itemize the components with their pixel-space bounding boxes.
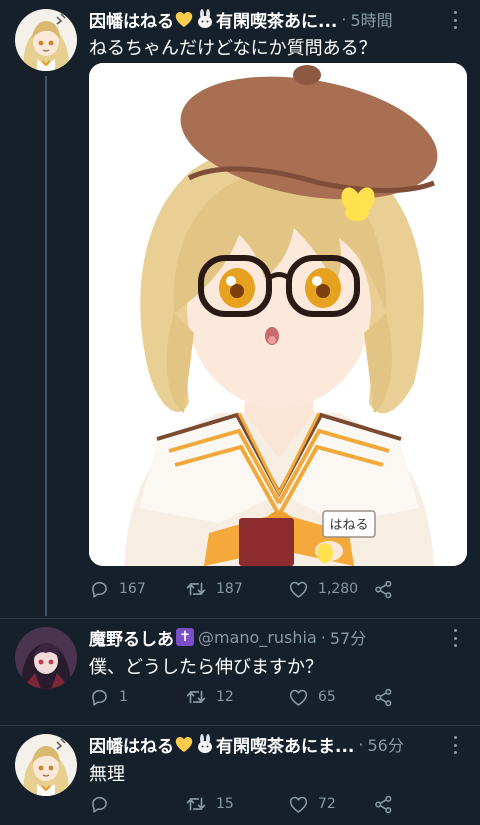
more-icon[interactable] xyxy=(448,629,462,647)
avatar[interactable] xyxy=(15,627,77,689)
reply-icon xyxy=(89,687,110,708)
retweet-count: 187 xyxy=(216,581,243,597)
avatar[interactable] xyxy=(15,734,77,796)
retweet-icon xyxy=(185,686,207,708)
retweet-button[interactable]: 12 xyxy=(185,686,288,708)
share-button[interactable] xyxy=(373,687,413,708)
tweet-header: 因幡はねる 有閑喫茶あにま... · 56分 xyxy=(89,732,450,756)
like-button[interactable]: 65 xyxy=(288,687,373,708)
like-button[interactable]: 1,280 xyxy=(288,579,373,600)
tweet-actions: 1 12 65 xyxy=(89,685,419,709)
reply-icon xyxy=(89,794,110,815)
share-icon xyxy=(373,579,394,600)
share-button[interactable] xyxy=(373,579,413,600)
like-count: 65 xyxy=(318,689,336,705)
separator-dot: · xyxy=(320,627,326,647)
more-icon[interactable] xyxy=(448,736,462,754)
reply-icon xyxy=(89,579,110,600)
reply-button[interactable]: 167 xyxy=(89,579,185,600)
tweet-1[interactable]: 因幡はねる 有閑喫茶あに... · 5時間 ねるちゃんだけどなにか質問ある？ は… xyxy=(0,0,480,618)
rabbit-icon xyxy=(198,734,212,753)
tweet-2[interactable]: 魔野るしあ ✝ @mano_rushia · 57分 僕、どうしたら伸びますか？… xyxy=(0,619,480,725)
tweet-actions: 167 187 1,280 xyxy=(89,577,419,601)
retweet-count: 12 xyxy=(216,689,234,705)
timestamp[interactable]: 5時間 xyxy=(350,7,392,31)
retweet-icon xyxy=(185,578,207,600)
like-count: 1,280 xyxy=(318,581,359,597)
reply-button[interactable] xyxy=(89,794,185,815)
timestamp[interactable]: 56分 xyxy=(367,732,403,756)
like-button[interactable]: 72 xyxy=(288,794,373,815)
display-name[interactable]: 魔野るしあ xyxy=(89,625,174,650)
heart-icon xyxy=(288,794,309,815)
tweet-text: 無理 xyxy=(89,764,125,785)
retweet-button[interactable]: 187 xyxy=(185,578,288,600)
handle[interactable]: @mano_rushia xyxy=(198,628,317,647)
heart-icon xyxy=(288,687,309,708)
heart-icon xyxy=(288,579,309,600)
reply-button[interactable]: 1 xyxy=(89,687,185,708)
reply-count: 167 xyxy=(119,581,146,597)
timestamp[interactable]: 57分 xyxy=(330,625,366,649)
more-icon[interactable] xyxy=(448,11,462,29)
share-button[interactable] xyxy=(373,794,413,815)
separator-dot: · xyxy=(358,734,364,754)
tweet-text: ねるちゃんだけどなにか質問ある？ xyxy=(89,38,377,59)
retweet-count: 15 xyxy=(216,796,234,812)
rabbit-icon xyxy=(198,9,212,28)
share-icon xyxy=(373,794,394,815)
name-tag-text: はねる xyxy=(329,518,368,533)
tweet-actions: 15 72 xyxy=(89,792,419,816)
like-count: 72 xyxy=(318,796,336,812)
retweet-icon xyxy=(185,793,207,815)
separator-dot: · xyxy=(341,9,347,29)
display-name-suffix[interactable]: 有閑喫茶あに... xyxy=(216,7,337,32)
retweet-button[interactable]: 15 xyxy=(185,793,288,815)
reply-count: 1 xyxy=(119,689,128,705)
anime-girl-illustration: はねる xyxy=(89,63,467,566)
yellow-heart-icon xyxy=(175,11,193,27)
display-name-suffix[interactable]: 有閑喫茶あにま... xyxy=(216,732,354,757)
share-icon xyxy=(373,687,394,708)
cross-badge-icon: ✝ xyxy=(176,628,194,646)
tweet-header: 因幡はねる 有閑喫茶あに... · 5時間 xyxy=(89,7,450,31)
display-name[interactable]: 因幡はねる xyxy=(89,732,174,757)
tweet-text: 僕、どうしたら伸びますか？ xyxy=(89,657,323,678)
avatar[interactable] xyxy=(15,9,77,71)
tweet-image[interactable]: はねる xyxy=(89,63,467,566)
tweet-3[interactable]: 因幡はねる 有閑喫茶あにま... · 56分 無理 15 72 xyxy=(0,726,480,825)
display-name[interactable]: 因幡はねる xyxy=(89,7,174,32)
yellow-heart-icon xyxy=(175,736,193,752)
tweet-header: 魔野るしあ ✝ @mano_rushia · 57分 xyxy=(89,625,450,650)
